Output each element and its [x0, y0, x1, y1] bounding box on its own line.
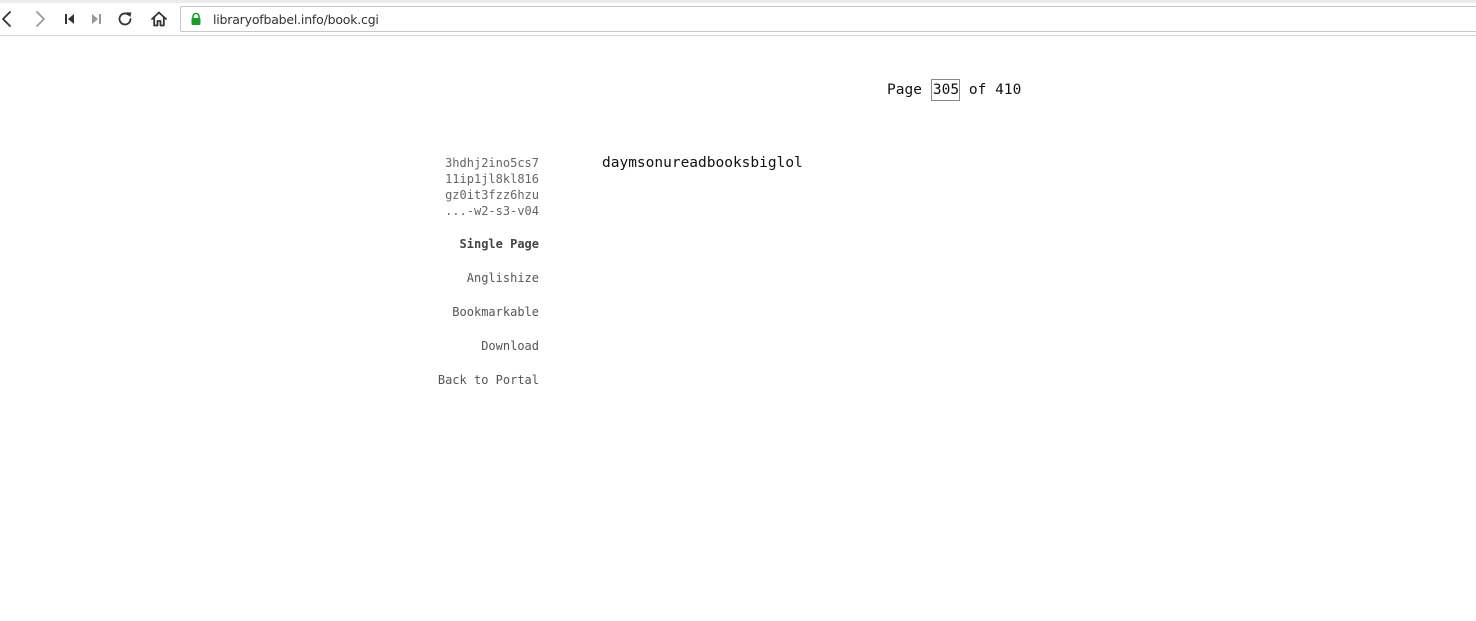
bookmarkable-link[interactable]: Bookmarkable: [452, 304, 539, 320]
page-spacer: [986, 82, 995, 98]
first-page-button[interactable]: [59, 8, 81, 30]
book-location: 3hdhj2ino5cs7 11ip1jl8kl816 gz0it3fzz6hz…: [380, 155, 539, 219]
back-button[interactable]: [0, 8, 18, 30]
skip-first-icon: [65, 14, 74, 24]
location-line: gz0it3fzz6hzu: [445, 188, 539, 202]
forward-button[interactable]: [29, 8, 51, 30]
book-page-text: daymsonureadbooksbiglol: [602, 155, 803, 171]
anglishize-link[interactable]: Anglishize: [467, 270, 539, 286]
page-of-label: of: [968, 82, 987, 98]
url-text[interactable]: libraryofbabel.info/book.cgi: [213, 12, 379, 27]
back-icon: [2, 11, 11, 27]
browser-toolbar: libraryofbabel.info/book.cgi: [0, 0, 1476, 36]
back-to-portal-link[interactable]: Back to Portal: [438, 372, 539, 388]
location-line: ...-w2-s3-v04: [445, 204, 539, 218]
forward-icon: [36, 11, 45, 27]
last-page-button[interactable]: [85, 8, 107, 30]
book-sidebar: 3hdhj2ino5cs7 11ip1jl8kl816 gz0it3fzz6hz…: [380, 155, 539, 387]
location-line: 3hdhj2ino5cs7: [445, 156, 539, 170]
page-total: 410: [995, 82, 1022, 98]
lock-icon: [191, 12, 201, 25]
skip-last-icon: [92, 14, 101, 24]
tab-strip: [0, 0, 1476, 3]
home-icon: [151, 11, 167, 27]
home-button[interactable]: [148, 8, 170, 30]
page-navigation: Page of 410: [887, 79, 1021, 101]
address-bar[interactable]: libraryofbabel.info/book.cgi: [180, 6, 1476, 32]
location-line: 11ip1jl8kl816: [445, 172, 539, 186]
download-link[interactable]: Download: [481, 338, 539, 354]
page-label: Page: [887, 82, 922, 98]
single-page-link[interactable]: Single Page: [460, 236, 539, 252]
reload-button[interactable]: [114, 8, 136, 30]
reload-icon: [118, 12, 132, 26]
page-number-input[interactable]: [930, 79, 960, 101]
